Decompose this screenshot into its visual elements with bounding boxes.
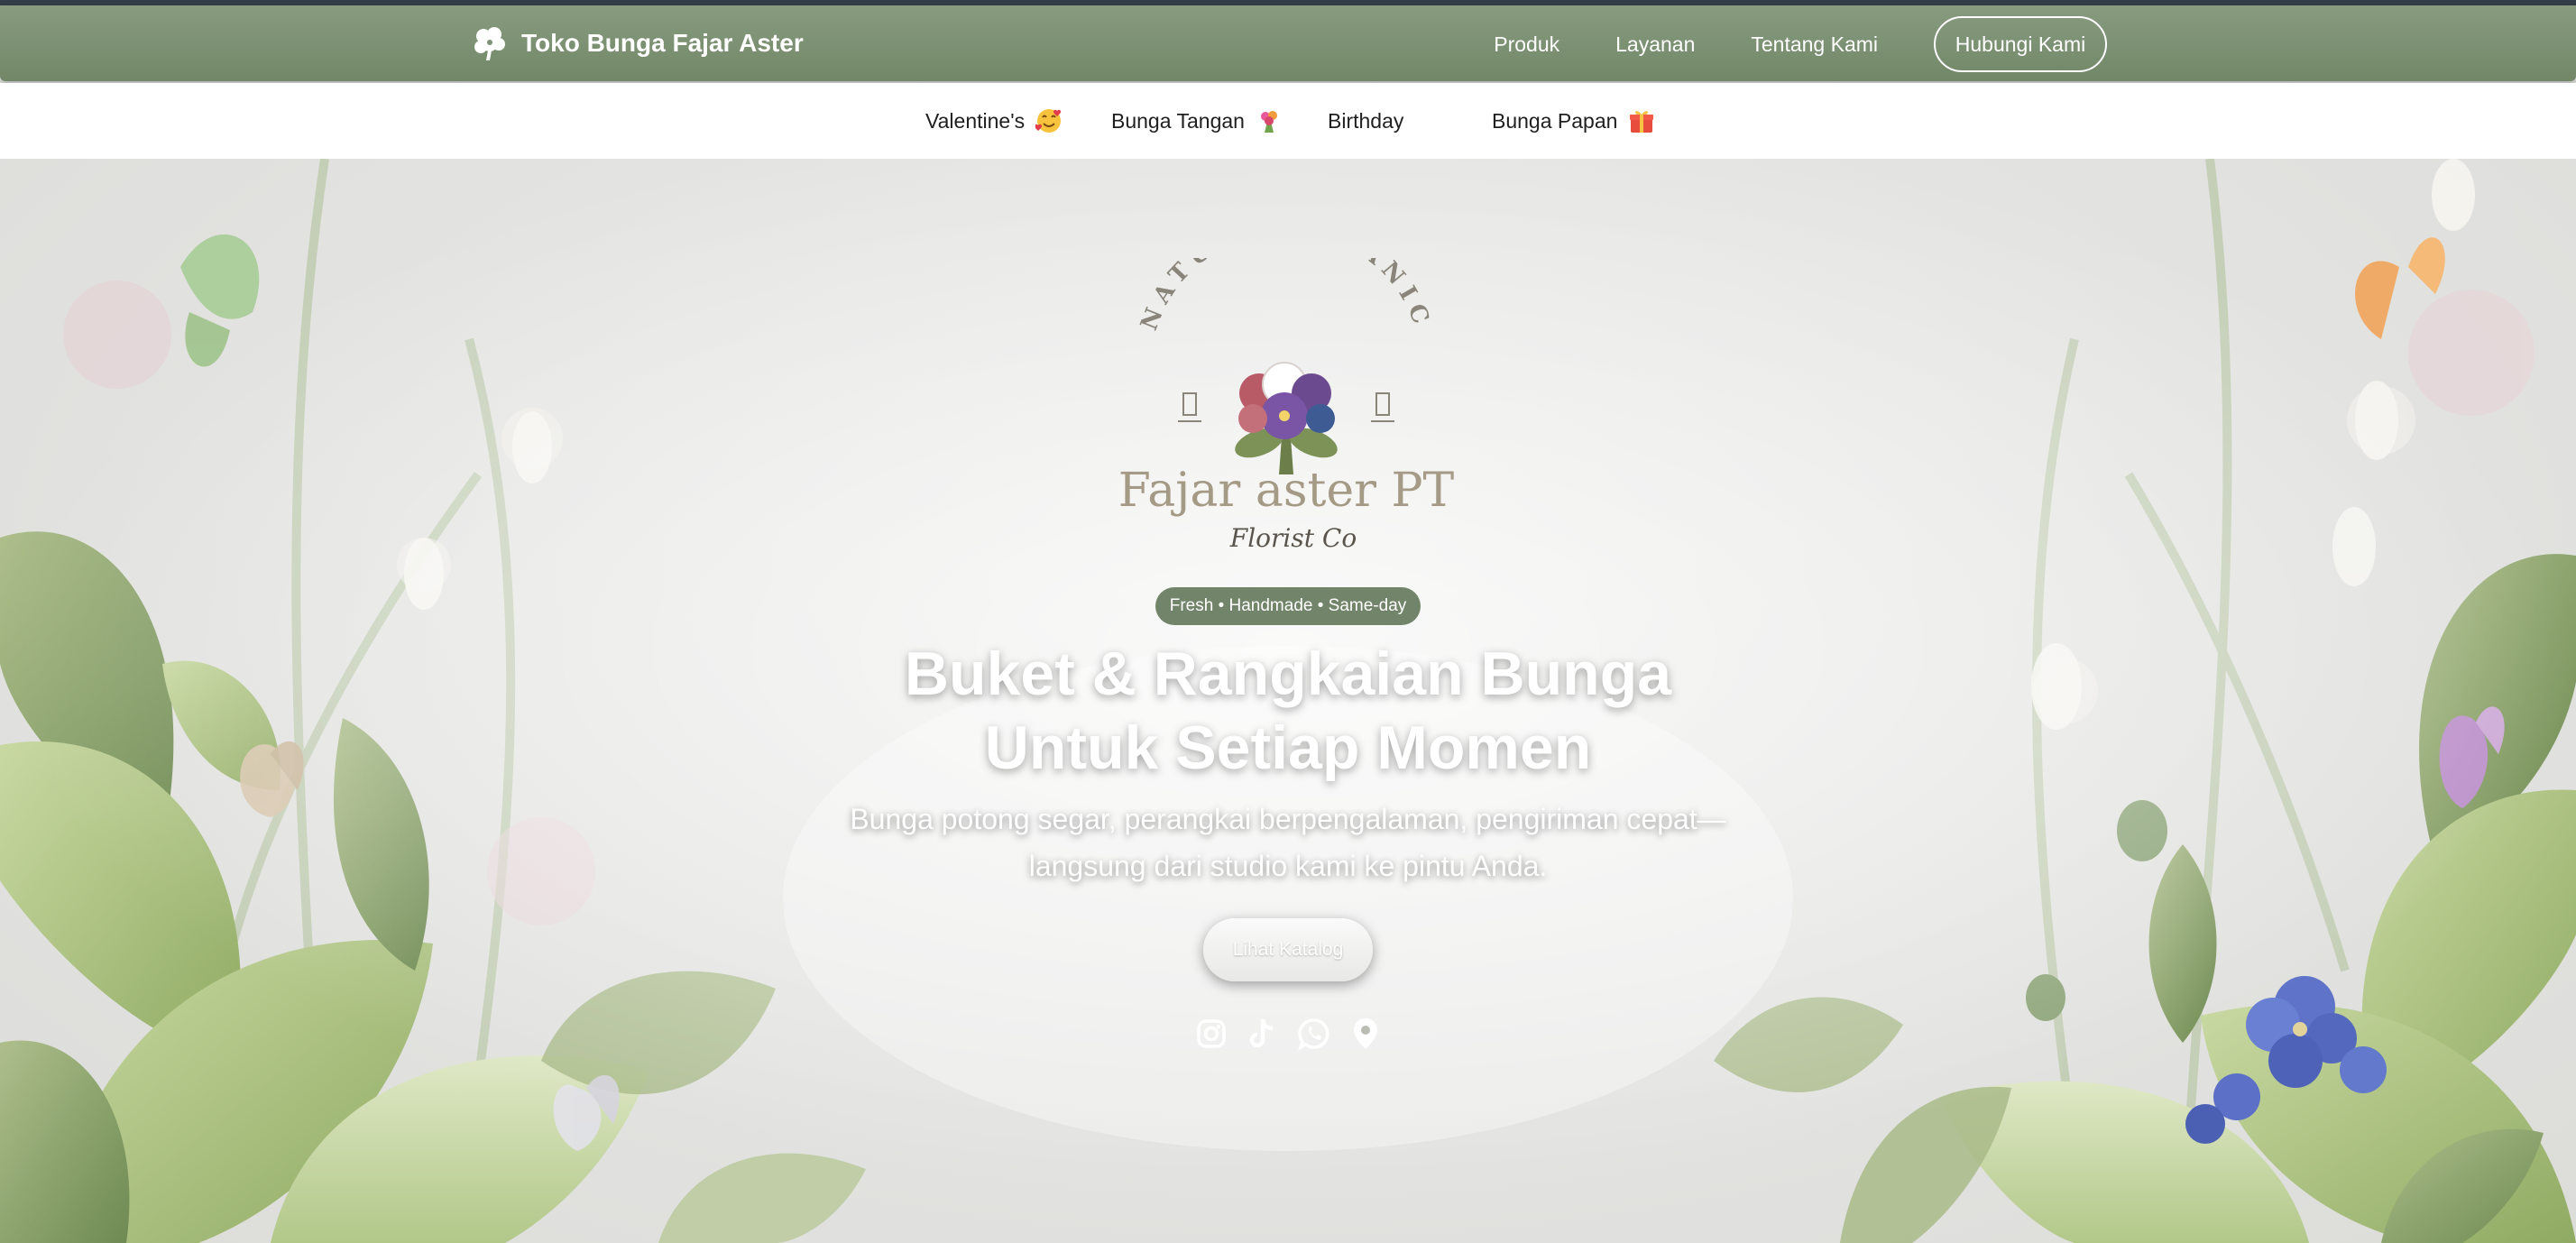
nav-link-tentang-kami[interactable]: Tentang Kami (1751, 32, 1878, 57)
category-bunga-tangan[interactable]: Bunga Tangan (1111, 106, 1283, 135)
whatsapp-icon[interactable] (1297, 1016, 1330, 1052)
hero-title-line-2: Untuk Setiap Momen (984, 714, 1592, 782)
gift-icon (1630, 111, 1654, 133)
smiling-face-with-hearts-icon (1035, 109, 1062, 133)
logo-name: Fajar aster PT (1118, 464, 1455, 518)
instagram-icon[interactable] (1194, 1016, 1228, 1052)
brand-name: Toko Bunga Fajar Aster (521, 29, 804, 57)
flower-icon (474, 27, 505, 60)
navbar: Toko Bunga Fajar Aster Produk Layanan Te… (0, 5, 2576, 81)
hero-title: Buket & Rangkaian Bunga Untuk Setiap Mom… (792, 637, 1784, 785)
features-badge: Fresh • Handmade • Same-day (1155, 587, 1421, 625)
category-label: Bunga Tangan (1111, 108, 1245, 133)
florist-logo: NATURE ORGANIC Fajar aster PT Florist Co (1118, 258, 1455, 553)
category-label: Valentine's (925, 108, 1026, 133)
brand[interactable]: Toko Bunga Fajar Aster (473, 23, 804, 64)
nav-link-layanan[interactable]: Layanan (1615, 32, 1695, 57)
logo-script: Florist Co (1229, 523, 1357, 553)
category-bunga-papan[interactable]: Bunga Papan (1492, 106, 1655, 135)
hero-section: NATURE ORGANIC Fajar aster PT Florist Co… (0, 159, 2576, 1243)
logo-flower-emblem (1235, 362, 1338, 474)
hero-subtitle: Bunga potong segar, perangkai berpengala… (792, 796, 1784, 889)
hero-subtitle-line-2: langsung dari studio kami ke pintu Anda. (1028, 850, 1548, 882)
category-bar: Valentine's Bunga Tangan Birthday Bunga … (0, 83, 2576, 159)
hero-subtitle-line-1: Bunga potong segar, perangkai berpengala… (850, 803, 1726, 835)
svg-text:NATURE ORGANIC: NATURE ORGANIC (1136, 258, 1437, 334)
bouquet-icon (1260, 111, 1277, 133)
location-pin-icon[interactable] (1348, 1016, 1382, 1052)
category-birthday[interactable]: Birthday (1328, 106, 1403, 135)
nav-link-produk[interactable]: Produk (1494, 32, 1559, 57)
category-label: Bunga Papan (1492, 108, 1618, 133)
view-catalog-button[interactable]: Lihat Katalog (1203, 918, 1373, 981)
contact-us-button[interactable]: Hubungi Kami (1934, 16, 2107, 72)
hero-title-line-1: Buket & Rangkaian Bunga (904, 640, 1672, 708)
category-valentines[interactable]: Valentine's (925, 106, 1063, 135)
social-links (1194, 1016, 1382, 1052)
tiktok-icon[interactable] (1246, 1016, 1279, 1052)
main-nav: Produk Layanan Tentang Kami Hubungi Kami (1494, 16, 2107, 72)
category-label: Birthday (1328, 108, 1404, 133)
logo-arc-text: NATURE ORGANIC (1136, 258, 1430, 334)
